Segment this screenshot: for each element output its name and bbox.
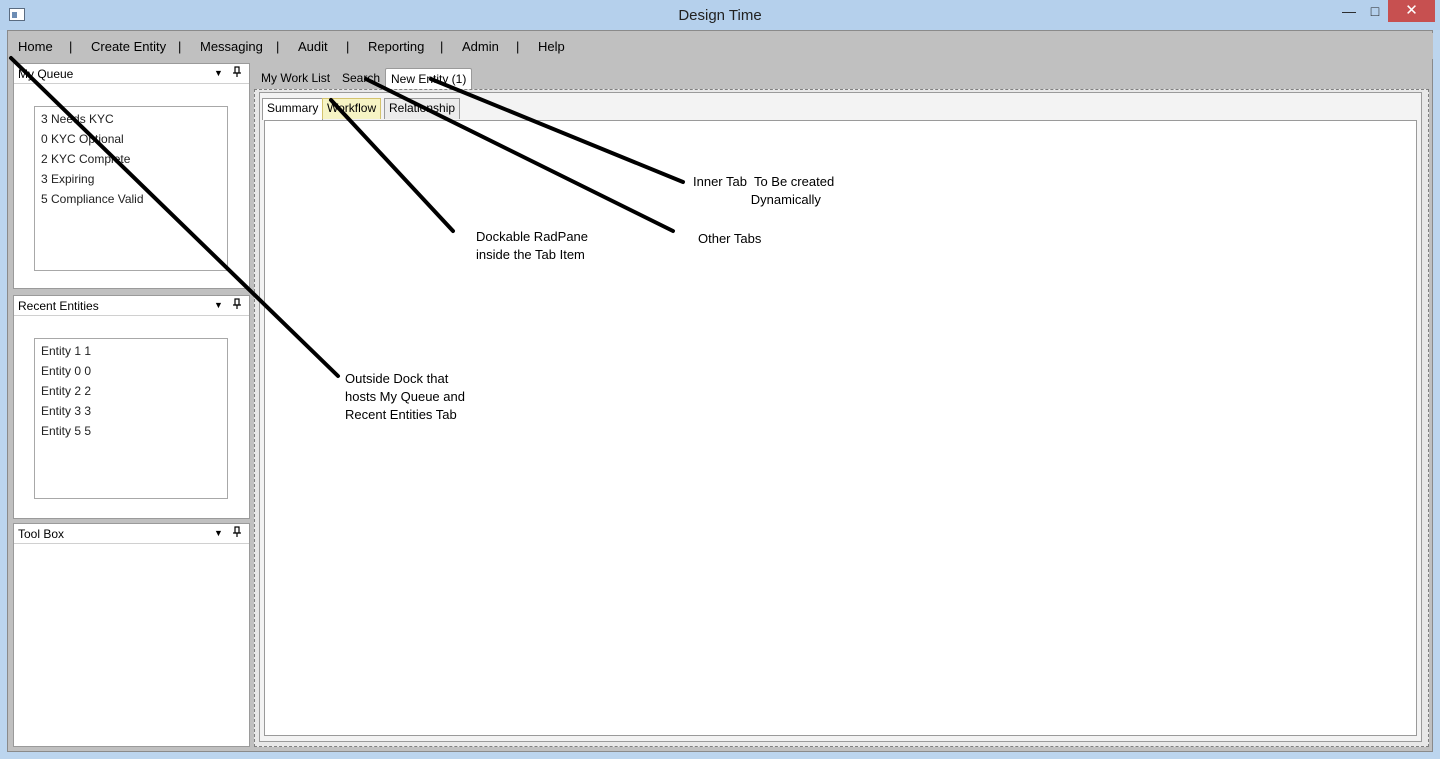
list-item[interactable]: Entity 0 0 [41, 364, 91, 378]
menu-messaging[interactable]: Messaging [200, 39, 263, 54]
title-bar[interactable]: Design Time — □ ✕ [0, 0, 1440, 30]
list-item[interactable]: Entity 1 1 [41, 344, 91, 358]
annotation-other-tabs: Other Tabs [698, 231, 762, 246]
application-window: Design Time — □ ✕ Home | Create Entity |… [0, 0, 1440, 759]
menu-create-entity[interactable]: Create Entity [91, 39, 166, 54]
pane-header[interactable]: My Queue ▼ [14, 64, 249, 84]
pane-header[interactable]: Recent Entities ▼ [14, 296, 249, 316]
menu-home[interactable]: Home [18, 39, 53, 54]
pin-icon[interactable] [232, 66, 242, 78]
annotation-inner-tab: Inner Tab To Be created Dynamically [693, 174, 835, 207]
menu-admin[interactable]: Admin [462, 39, 499, 54]
menu-reporting[interactable]: Reporting [368, 39, 424, 54]
inner-tab-relationship[interactable]: Relationship [384, 98, 461, 119]
list-item[interactable]: Entity 3 3 [41, 404, 91, 418]
menu-separator: | [178, 39, 182, 54]
menu-separator: | [69, 39, 73, 54]
maximize-button[interactable]: □ [1362, 0, 1388, 22]
tab-my-work-list[interactable]: My Work List [256, 68, 335, 90]
my-queue-list[interactable]: 3 Needs KYC 0 KYC Optional 2 KYC Complet… [34, 106, 228, 271]
annotation-outside-dock: Outside Dock that hosts My Queue and Rec… [345, 371, 465, 422]
chevron-down-icon[interactable]: ▼ [214, 68, 223, 78]
menu-separator: | [276, 39, 280, 54]
inner-tab-content [264, 120, 1417, 736]
tab-search[interactable]: Search [337, 68, 385, 90]
window-title: Design Time [678, 7, 762, 24]
tab-new-entity[interactable]: New Entity (1) [385, 68, 473, 90]
menu-separator: | [516, 39, 520, 54]
my-queue-pane: My Queue ▼ 3 Needs KYC 0 KYC Optional 2 … [13, 63, 250, 289]
pane-title: Tool Box [18, 527, 65, 541]
pane-header[interactable]: Tool Box ▼ [14, 524, 249, 544]
list-item[interactable]: 2 KYC Complete [41, 152, 130, 166]
menu-audit[interactable]: Audit [298, 39, 328, 54]
minimize-button[interactable]: — [1336, 0, 1362, 22]
chevron-down-icon[interactable]: ▼ [214, 528, 223, 538]
list-item[interactable]: 3 Needs KYC [41, 112, 114, 126]
pin-icon[interactable] [232, 526, 242, 538]
list-item[interactable]: Entity 2 2 [41, 384, 91, 398]
pin-icon[interactable] [232, 298, 242, 310]
list-item[interactable]: Entity 5 5 [41, 424, 91, 438]
menu-bar: Home | Create Entity | Messaging | Audit… [9, 33, 1433, 59]
inner-tab-workflow[interactable]: Workflow [322, 98, 382, 119]
recent-entities-list[interactable]: Entity 1 1 Entity 0 0 Entity 2 2 Entity … [34, 338, 228, 499]
list-item[interactable]: 3 Expiring [41, 172, 94, 186]
close-button[interactable]: ✕ [1388, 0, 1435, 22]
chevron-down-icon[interactable]: ▼ [214, 300, 223, 310]
recent-entities-pane: Recent Entities ▼ Entity 1 1 Entity 0 0 … [13, 295, 250, 519]
inner-tab-summary[interactable]: Summary [262, 98, 324, 120]
menu-separator: | [346, 39, 350, 54]
client-area: Home | Create Entity | Messaging | Audit… [7, 30, 1433, 752]
list-item[interactable]: 0 KYC Optional [41, 132, 124, 146]
menu-separator: | [440, 39, 444, 54]
pane-title: Recent Entities [18, 299, 99, 313]
pane-title: My Queue [18, 67, 74, 81]
annotation-dockable: Dockable RadPane inside the Tab Item [476, 229, 589, 262]
menu-help[interactable]: Help [538, 39, 565, 54]
list-item[interactable]: 5 Compliance Valid [41, 192, 144, 206]
tool-box-pane: Tool Box ▼ [13, 523, 250, 747]
